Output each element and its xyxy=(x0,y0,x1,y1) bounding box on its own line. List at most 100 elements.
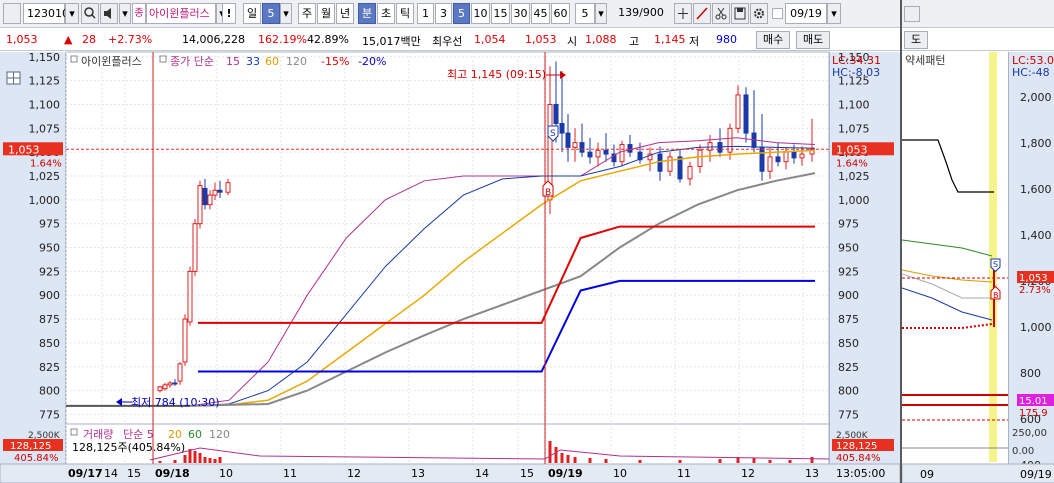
candle-body xyxy=(627,144,633,153)
left-volume-tag-text: 128,125 xyxy=(10,441,51,452)
secondary-chart-panel[interactable]: 도 약세패턴 LC:53.0 HC:-48 2,000 1,800 1,600 1,4… xyxy=(900,0,1054,483)
volume-bar xyxy=(213,459,217,463)
candle-body xyxy=(182,318,188,363)
cursor-time-display: 13:05:00 xyxy=(836,467,885,480)
candle-body xyxy=(727,127,733,153)
pattern-line-green xyxy=(902,239,993,257)
price-tick-right: 825 xyxy=(838,361,859,374)
legend-ma-60: 60 xyxy=(265,55,279,68)
secondary-price-tick: 1,800 xyxy=(1020,137,1052,150)
candle-body xyxy=(162,384,168,390)
time-tick-label: 14 xyxy=(475,467,489,480)
candle-body xyxy=(717,142,723,153)
volume-bar xyxy=(752,458,756,463)
volume-bar xyxy=(718,459,722,463)
low-annotation: 최저 784 (10:30) xyxy=(131,396,220,409)
price-tick-right: 800 xyxy=(838,385,859,398)
volume-bar xyxy=(768,460,772,463)
candle-body xyxy=(553,103,559,125)
buy-signal-text: B xyxy=(545,188,551,198)
pattern-candle-band xyxy=(902,323,993,329)
candle-body xyxy=(775,156,781,163)
volume-bar xyxy=(548,441,552,463)
price-tick-left: 1,000 xyxy=(29,194,61,207)
price-tick-right: 925 xyxy=(838,265,859,278)
left-pct-tag: 1.64% xyxy=(30,158,62,169)
price-tick-right: 1,075 xyxy=(838,122,870,135)
volume-bar xyxy=(566,455,570,463)
price-tick-left: 825 xyxy=(39,361,60,374)
candle-body xyxy=(767,156,773,172)
secondary-price-tick: 1,000 xyxy=(1020,321,1052,334)
candle-body xyxy=(799,153,805,159)
secondary-sell-button[interactable]: 도 xyxy=(904,31,929,49)
left-price-tag-text: 1,053 xyxy=(8,143,40,156)
candle-body xyxy=(677,156,683,180)
candle-body xyxy=(197,185,203,225)
volume-bar xyxy=(588,458,592,463)
candle-body xyxy=(572,142,578,148)
price-tick-right: 950 xyxy=(838,242,859,255)
time-tick-label: 11 xyxy=(283,467,297,480)
price-tick-right: 900 xyxy=(838,289,859,302)
secondary-price-tag-text: 1,053 xyxy=(1019,273,1048,284)
secondary-sell-signal-text: S xyxy=(993,260,998,269)
price-tick-left: 1,125 xyxy=(29,75,61,88)
price-tick-left: 925 xyxy=(39,265,60,278)
candle-body xyxy=(192,223,198,272)
secondary-price-tick: 800 xyxy=(1020,367,1041,380)
volume-legend-60: 60 xyxy=(188,428,202,441)
time-tick-label: 10 xyxy=(219,467,233,480)
price-tick-left: 1,100 xyxy=(29,98,61,111)
legend-ma-toggle-icon[interactable] xyxy=(159,55,167,63)
secondary-indicator-pct: 175.9 xyxy=(1019,408,1048,419)
time-tick-label: 12 xyxy=(741,467,755,480)
volume-bar xyxy=(810,457,814,463)
pattern-line-orange xyxy=(902,269,993,283)
candle-body xyxy=(172,382,178,385)
candle-body xyxy=(791,151,797,159)
price-tick-left: 1,150 xyxy=(29,51,61,64)
price-tick-left: 975 xyxy=(39,218,60,231)
legend-env-15: -15% xyxy=(321,55,349,68)
highlight-band xyxy=(989,52,997,462)
secondary-price-tick: 1,600 xyxy=(1020,183,1052,196)
time-tick-label: 09/17 xyxy=(68,467,103,480)
legend-ma-120: 120 xyxy=(286,55,307,68)
candle-body xyxy=(595,149,601,158)
secondary-window-icon[interactable] xyxy=(904,6,920,22)
price-chart[interactable]: 1,150 1,1501,125 1,1251,100 1,1001,075 1,075… xyxy=(0,0,900,483)
hc-indicator: HC:-8.03 xyxy=(832,66,880,79)
candle-body xyxy=(212,189,218,196)
time-tick-label: 13 xyxy=(805,467,819,480)
volume-bar xyxy=(678,460,682,463)
volume-bar xyxy=(573,457,577,463)
price-tick-left: 875 xyxy=(39,313,60,326)
left-volume-pct: 405.84% xyxy=(14,453,59,464)
legend-toggle-icon[interactable] xyxy=(70,55,78,63)
price-tick-right: 875 xyxy=(838,313,859,326)
volume-legend-toggle-icon[interactable] xyxy=(70,428,78,436)
right-volume-tag-text: 128,125 xyxy=(836,441,877,452)
time-tick-label: 10 xyxy=(613,467,627,480)
sell-signal-text: S xyxy=(550,129,556,139)
secondary-chart-canvas[interactable]: 약세패턴 LC:53.0 HC:-48 2,0001,8001,6001,400… xyxy=(902,52,1054,483)
volume-bar xyxy=(788,460,792,463)
volume-legend-20: 20 xyxy=(168,428,182,441)
time-tick-label: 14 xyxy=(104,467,118,480)
high-annotation: 최고 1,145 (09:15) xyxy=(447,68,546,81)
legend-stock-name: 아이윈플러스 xyxy=(81,54,142,68)
time-tick-label: 12 xyxy=(347,467,361,480)
candle-body xyxy=(783,151,789,163)
price-tick-left: 1,025 xyxy=(29,170,61,183)
volume-bar xyxy=(638,460,642,463)
candle-body xyxy=(667,156,673,172)
price-tick-left: 900 xyxy=(39,289,60,302)
volume-bar xyxy=(218,457,222,463)
right-price-tag-text: 1,053 xyxy=(836,143,868,156)
secondary-price-tick: 1,400 xyxy=(1020,229,1052,242)
time-tick-label: 09/19 xyxy=(548,467,583,480)
price-tick-left: 850 xyxy=(39,337,60,350)
candle-body xyxy=(587,151,593,158)
volume-bar xyxy=(554,447,558,463)
